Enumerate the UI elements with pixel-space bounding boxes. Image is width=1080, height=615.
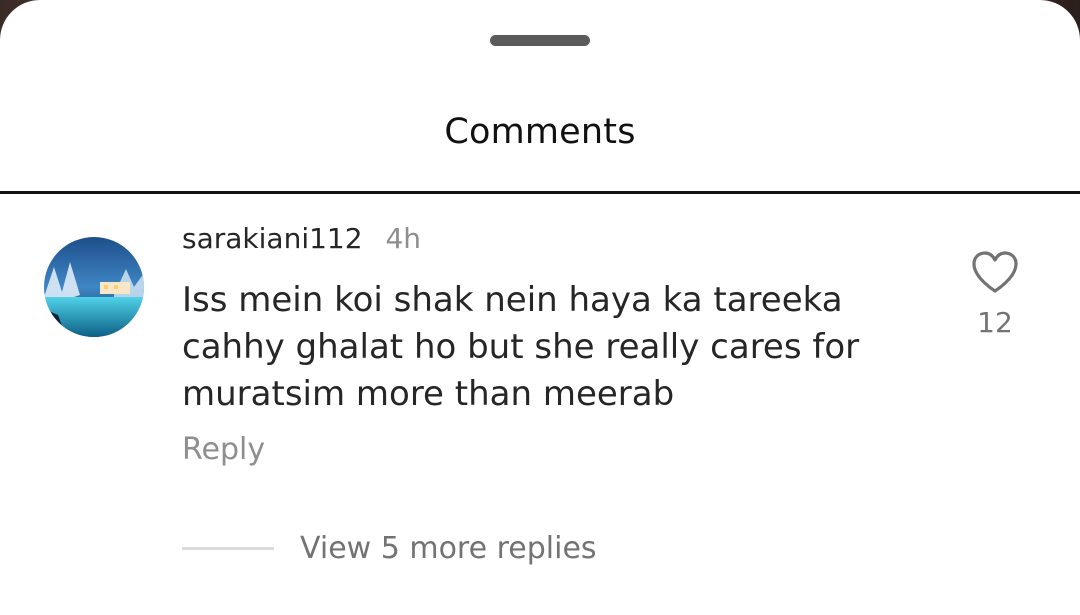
reply-button[interactable]: Reply: [182, 432, 265, 467]
view-more-replies[interactable]: View 5 more replies: [182, 528, 597, 568]
comment-item: sarakiani112 4h Iss mein koi shak nein h…: [0, 194, 1080, 615]
timestamp: 4h: [385, 222, 422, 255]
heart-outline-icon[interactable]: [971, 250, 1019, 294]
avatar[interactable]: [44, 237, 144, 337]
comment-meta: sarakiani112 4h: [182, 222, 421, 255]
like-button[interactable]: 12: [966, 250, 1024, 339]
replies-line: [182, 546, 274, 550]
view-replies-label[interactable]: View 5 more replies: [300, 531, 597, 566]
sheet-title: Comments: [444, 112, 636, 152]
username[interactable]: sarakiani112: [182, 222, 363, 255]
comments-sheet: Comments sarakiani112 4h Iss mein koi sh…: [0, 0, 1080, 615]
like-count: 12: [977, 306, 1013, 339]
drag-handle[interactable]: [490, 35, 590, 46]
comment-text: Iss mein koi shak nein haya ka tareeka c…: [182, 280, 860, 414]
